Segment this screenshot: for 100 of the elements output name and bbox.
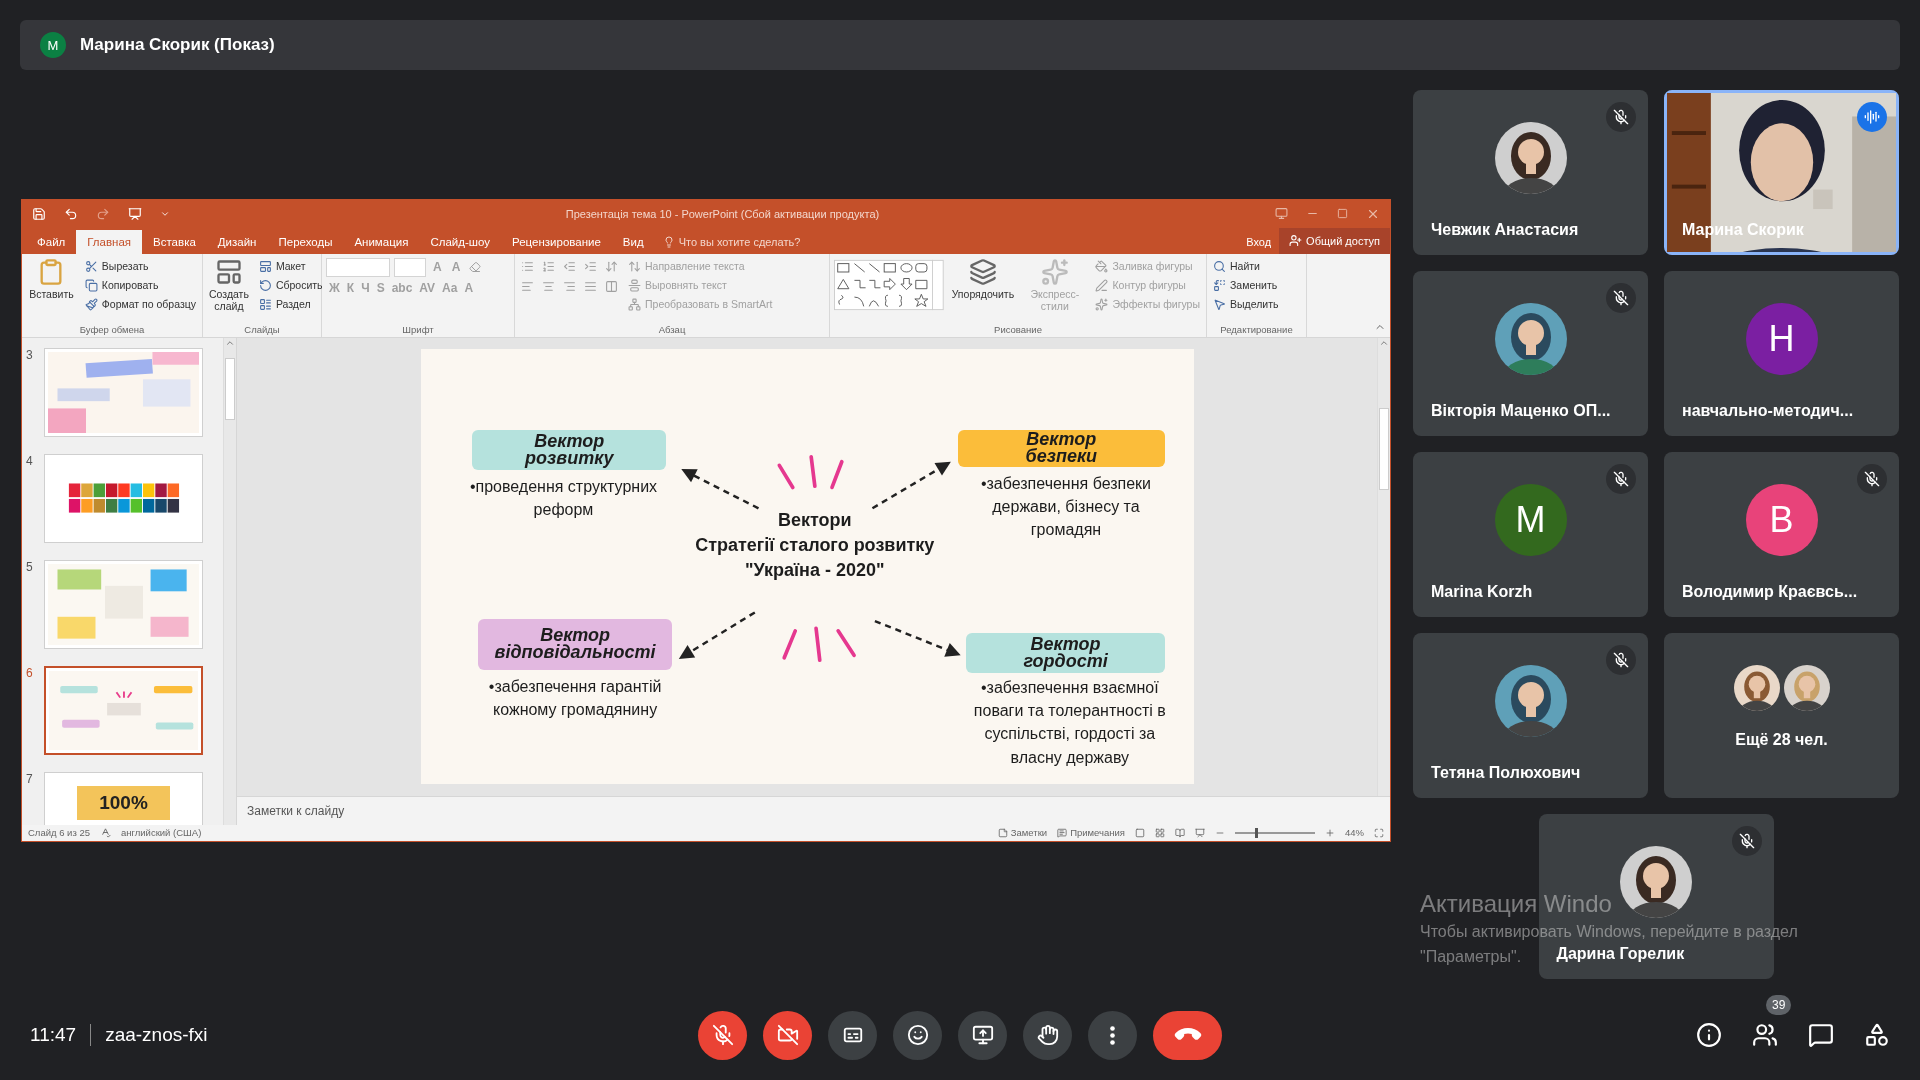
microphone-button[interactable]: [698, 1010, 747, 1060]
ribbon-tab[interactable]: Вставка: [142, 229, 207, 254]
search-icon: [1213, 259, 1226, 273]
ribbon-button[interactable]: Выделить: [1211, 295, 1281, 313]
shapes-gallery-drawing[interactable]: [834, 257, 944, 312]
ribbon-display-icon[interactable]: [1275, 207, 1288, 220]
slideshow-view-icon[interactable]: [1195, 827, 1205, 838]
activation-title: Активация Windo: [1420, 890, 1613, 918]
participant-name: Дарина Горелик: [1556, 945, 1685, 963]
activities-button[interactable]: [1864, 1022, 1890, 1048]
ribbon-button[interactable]: Найти: [1211, 257, 1281, 275]
mic-off-icon: [1864, 471, 1880, 487]
count-badge: 39: [1766, 995, 1792, 1015]
ribbon-tab[interactable]: Файл: [26, 229, 77, 254]
layers-icon: [968, 257, 997, 286]
font-size-field[interactable]: [394, 257, 426, 277]
camera-button[interactable]: [763, 1010, 812, 1060]
bullet-list-icon: [521, 260, 534, 273]
sparkles-icon: [1095, 297, 1109, 311]
group-label: Редактирование: [1220, 323, 1293, 337]
sections-icon: [258, 297, 272, 311]
ribbon-button[interactable]: Вырезать: [82, 257, 198, 275]
save-icon[interactable]: [32, 206, 46, 221]
info-icon: [1696, 1022, 1722, 1048]
present-button[interactable]: [958, 1010, 1007, 1060]
notes-field[interactable]: Заметки к слайду: [247, 803, 345, 818]
ribbon-button[interactable]: Сбросить: [256, 276, 325, 294]
align-text-icon: [628, 278, 641, 292]
ribbon-tab[interactable]: Главная: [76, 229, 143, 254]
spellcheck-icon[interactable]: [99, 827, 111, 838]
mic-off-icon: [1613, 109, 1629, 125]
group-label: Шрифт: [402, 323, 434, 337]
ribbon-tab[interactable]: Слайд-шоу: [419, 229, 502, 254]
tell-me-field[interactable]: Что вы хотите сделать?: [654, 229, 801, 254]
ribbon-button[interactable]: Раздел: [256, 295, 325, 313]
align-left-icon: [521, 280, 534, 293]
raise-hand-button[interactable]: [1023, 1010, 1072, 1060]
audio-wave-icon: [1864, 109, 1880, 125]
more-button[interactable]: [1088, 1010, 1137, 1060]
notes-toggle[interactable]: Заметки: [997, 827, 1048, 838]
info-button[interactable]: [1696, 1022, 1722, 1048]
comments-toggle[interactable]: Примечания: [1057, 827, 1125, 838]
eraser-icon: [469, 261, 482, 273]
clock: 11:47: [30, 1024, 77, 1046]
pen-icon: [1095, 278, 1109, 292]
sign-in-link[interactable]: Вход: [1238, 229, 1280, 254]
captions-button[interactable]: [828, 1010, 877, 1060]
ribbon-tab[interactable]: Рецензирование: [501, 229, 612, 254]
indent-decrease-icon: [563, 260, 576, 273]
scrollbar-thumb[interactable]: [1379, 407, 1389, 490]
scrollbar-thumb[interactable]: [225, 357, 235, 420]
note-icon: [997, 827, 1008, 838]
fit-icon[interactable]: [1374, 827, 1384, 838]
ribbon-button[interactable]: Заменить: [1211, 276, 1281, 294]
ribbon-button[interactable]: Упорядочить: [949, 257, 1017, 300]
avatar: M: [40, 32, 66, 58]
ribbon-tab[interactable]: Дизайн: [206, 229, 268, 254]
maximize-icon[interactable]: [1337, 208, 1348, 219]
columns-icon: [605, 280, 618, 293]
reading-view-icon[interactable]: [1175, 827, 1185, 838]
share-button[interactable]: Общий доступ: [1279, 227, 1390, 254]
more-icon: [1110, 1025, 1115, 1045]
ribbon-tab[interactable]: Переходы: [267, 229, 344, 254]
ribbon-tab[interactable]: Анимация: [343, 229, 420, 254]
ribbon-button[interactable]: Вставить: [26, 257, 77, 300]
slideshow-icon[interactable]: [128, 206, 142, 221]
group-label: Абзац: [658, 323, 686, 337]
mic-off-icon: [1738, 833, 1755, 849]
vector-text: •забезпечення гарантій кожному громадянину: [487, 677, 663, 721]
mic-off-icon: [1613, 652, 1629, 668]
meeting-code: zaa-znos-fxi: [105, 1024, 208, 1046]
slider-thumb[interactable]: [1255, 827, 1258, 838]
vector-label: Вектор безпеки: [957, 429, 1165, 467]
hang-up-button[interactable]: [1153, 1010, 1222, 1060]
thumbnail-text: 100%: [77, 785, 170, 820]
language-label: английский (США): [120, 827, 202, 838]
ribbon-button[interactable]: Создать слайд: [207, 257, 251, 312]
zoom-in-icon[interactable]: [1325, 827, 1335, 838]
normal-view-icon[interactable]: [1135, 827, 1145, 838]
emoji-button[interactable]: [893, 1010, 942, 1060]
slide-counter: Слайд 6 из 25: [28, 827, 90, 838]
avatar: M: [1494, 484, 1567, 556]
participant-name: Чевжик Анастасия: [1431, 221, 1579, 239]
participant-name: Вікторія Маценко ОП...: [1431, 402, 1611, 420]
slide-thumbnail[interactable]: 100%: [44, 771, 203, 825]
participant-name: Marina Korzh: [1431, 583, 1533, 601]
zoom-level: 44%: [1345, 827, 1364, 838]
redo-icon[interactable]: [96, 206, 110, 221]
ribbon-button[interactable]: Копировать: [82, 276, 198, 294]
camera-off-icon: [776, 1024, 799, 1046]
ribbon-tab[interactable]: Вид: [611, 229, 655, 254]
sparkles-icon: [1040, 257, 1069, 286]
pointer-icon: [1213, 297, 1226, 311]
ribbon-button[interactable]: Макет: [256, 257, 325, 275]
undo-icon[interactable]: [64, 206, 78, 221]
font-name-field[interactable]: [326, 257, 390, 277]
sorter-view-icon[interactable]: [1155, 827, 1165, 838]
ribbon-button[interactable]: Формат по образцу: [82, 295, 198, 313]
text-direction-icon: [628, 259, 641, 273]
chat-button[interactable]: [1808, 1022, 1834, 1048]
